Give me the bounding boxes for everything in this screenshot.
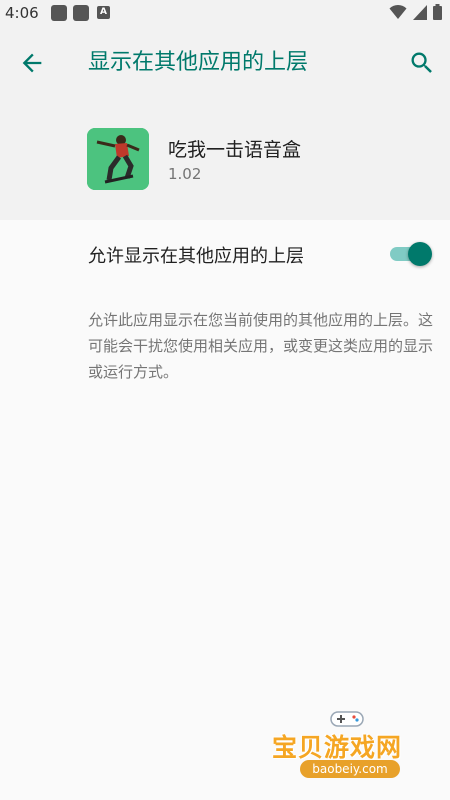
- search-icon[interactable]: [408, 49, 436, 77]
- app-header: 显示在其他应用的上层 吃我一击语音盒 1.02: [0, 25, 450, 220]
- status-bar: 4:06 A: [0, 0, 450, 25]
- status-time: 4:06: [5, 3, 39, 22]
- skater-figure-icon: [87, 128, 149, 190]
- switch-thumb: [408, 242, 432, 266]
- battery-icon: [433, 4, 442, 20]
- app-name: 吃我一击语音盒: [168, 139, 302, 161]
- watermark-url: baobeiy.com: [300, 760, 400, 778]
- permission-toggle-switch[interactable]: [388, 241, 432, 267]
- watermark-title: 宝贝游戏网: [272, 733, 403, 762]
- wifi-icon: [389, 4, 407, 19]
- watermark-logo: 宝贝游戏网 baobeiy.com: [272, 708, 422, 788]
- app-version: 1.02: [168, 165, 202, 183]
- back-arrow-icon[interactable]: [18, 49, 46, 77]
- signal-icon: [413, 4, 427, 20]
- permission-toggle-row[interactable]: 允许显示在其他应用的上层: [0, 228, 450, 280]
- permission-description: 允许此应用显示在您当前使用的其他应用的上层。这可能会干扰您使用相关应用，或变更这…: [88, 311, 434, 381]
- notification-icon: [51, 4, 67, 21]
- app-icon: [87, 128, 149, 190]
- gamepad-icon: [330, 711, 364, 727]
- page-title: 显示在其他应用的上层: [88, 50, 309, 75]
- notification-letter-icon: A: [97, 6, 110, 19]
- notification-icon: [73, 4, 89, 21]
- permission-toggle-label: 允许显示在其他应用的上层: [88, 246, 304, 267]
